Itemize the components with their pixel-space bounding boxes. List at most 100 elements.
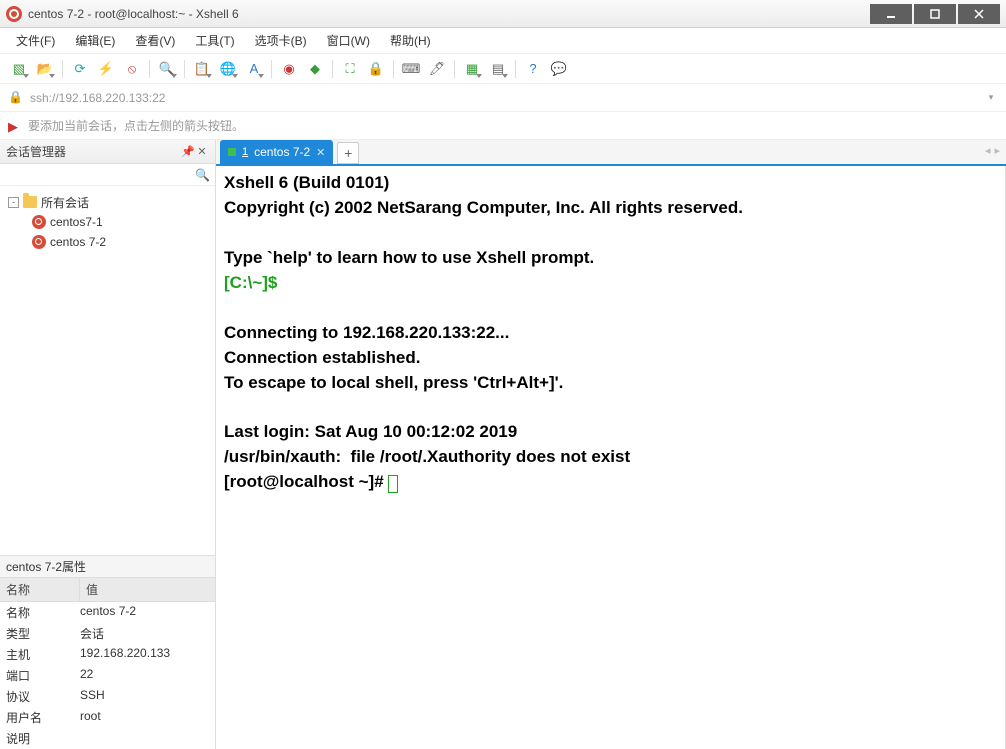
open-session-button[interactable]: 📂 — [34, 58, 56, 80]
col-name: 名称 — [0, 578, 80, 601]
lock-button[interactable]: 🔒 — [365, 58, 387, 80]
xshell-icon[interactable]: ◉ — [278, 58, 300, 80]
term-line: Last login: Sat Aug 10 00:12:02 2019 — [224, 422, 517, 441]
globe-button[interactable]: 🌐 — [217, 58, 239, 80]
tab-prev[interactable]: ◂ — [985, 144, 991, 157]
term-line: /usr/bin/xauth: file /root/.Xauthority d… — [224, 447, 630, 466]
new-session-button[interactable]: ▧ — [8, 58, 30, 80]
session-label: centos 7-2 — [50, 235, 106, 249]
status-dot-icon — [228, 148, 236, 156]
session-tree: - 所有会话 centos7-1 centos 7-2 — [0, 186, 215, 555]
app-icon — [6, 6, 22, 22]
window-title: centos 7-2 - root@localhost:~ - Xshell 6 — [28, 7, 870, 21]
menu-file[interactable]: 文件(F) — [8, 30, 63, 51]
layout-button[interactable]: ▤ — [487, 58, 509, 80]
session-label: centos7-1 — [50, 215, 103, 229]
separator — [454, 60, 455, 78]
hint-text: 要添加当前会话，点击左侧的箭头按钮。 — [28, 117, 244, 134]
highlight-button[interactable]: 🖊 — [426, 58, 448, 80]
disconnect-button[interactable]: ⚡ — [95, 58, 117, 80]
feedback-button[interactable]: 💬 — [548, 58, 570, 80]
menu-edit[interactable]: 编辑(E) — [67, 30, 123, 51]
session-item-centos7-1[interactable]: centos7-1 — [4, 212, 211, 232]
xftp-icon[interactable]: ◆ — [304, 58, 326, 80]
session-manager-title: 会话管理器 — [6, 143, 66, 160]
term-line: Connection established. — [224, 348, 420, 367]
tab-label: centos 7-2 — [254, 145, 310, 159]
address-bar: 🔒 ssh://192.168.220.133:22 ▾ — [0, 84, 1006, 112]
tab-close-icon[interactable]: ✕ — [316, 146, 325, 159]
menubar: 文件(F) 编辑(E) 查看(V) 工具(T) 选项卡(B) 窗口(W) 帮助(… — [0, 28, 1006, 54]
separator — [62, 60, 63, 78]
script-button[interactable]: ▦ — [461, 58, 483, 80]
term-prompt: [C:\~]$ — [224, 273, 277, 292]
session-icon — [32, 215, 46, 229]
term-prompt: [root@localhost ~]# — [224, 472, 388, 491]
lock-icon: 🔒 — [8, 90, 24, 106]
tab-next[interactable]: ▸ — [994, 144, 1000, 157]
right-pane: 1 centos 7-2 ✕ + ◂ ▸ Xshell 6 (Build 010… — [216, 140, 1006, 749]
flag-icon: ▶ — [8, 119, 22, 133]
separator — [515, 60, 516, 78]
stop-button[interactable]: ⦸ — [121, 58, 143, 80]
find-button[interactable]: 🔍 — [156, 58, 178, 80]
session-icon — [32, 235, 46, 249]
minimize-button[interactable] — [870, 4, 912, 24]
term-line: Type `help' to learn how to use Xshell p… — [224, 248, 594, 267]
keyboard-button[interactable]: ⌨ — [400, 58, 422, 80]
copy-button[interactable]: 📋 — [191, 58, 213, 80]
menu-window[interactable]: 窗口(W) — [319, 30, 378, 51]
cursor-icon — [388, 475, 398, 493]
tab-strip: 1 centos 7-2 ✕ + ◂ ▸ — [216, 140, 1006, 166]
menu-tools[interactable]: 工具(T) — [187, 30, 242, 51]
maximize-button[interactable] — [914, 4, 956, 24]
term-line: To escape to local shell, press 'Ctrl+Al… — [224, 373, 563, 392]
menu-tab[interactable]: 选项卡(B) — [247, 30, 315, 51]
prop-row: 类型会话 — [0, 623, 215, 644]
panel-close-button[interactable]: ✕ — [195, 145, 209, 159]
pin-button[interactable]: 📌 — [181, 145, 195, 159]
address-dropdown[interactable]: ▾ — [984, 92, 998, 103]
toolbar: ▧ 📂 ⟳ ⚡ ⦸ 🔍 📋 🌐 A ◉ ◆ ⛶ 🔒 ⌨ 🖊 ▦ ▤ ? 💬 — [0, 54, 1006, 84]
properties-header: 名称 值 — [0, 578, 215, 602]
prop-row: 主机192.168.220.133 — [0, 644, 215, 665]
sidebar: 会话管理器 📌 ✕ 🔍 - 所有会话 centos7-1 centos 7-2 — [0, 140, 216, 749]
prop-row: 名称centos 7-2 — [0, 602, 215, 623]
tree-root[interactable]: - 所有会话 — [4, 192, 211, 212]
separator — [332, 60, 333, 78]
properties-panel: centos 7-2属性 名称 值 名称centos 7-2 类型会话 主机19… — [0, 555, 215, 749]
window-controls — [870, 4, 1000, 24]
tree-search: 🔍 — [0, 164, 215, 186]
close-button[interactable] — [958, 4, 1000, 24]
address-text[interactable]: ssh://192.168.220.133:22 — [30, 91, 984, 105]
terminal[interactable]: Xshell 6 (Build 0101) Copyright (c) 2002… — [216, 166, 1006, 749]
term-line: Copyright (c) 2002 NetSarang Computer, I… — [224, 198, 743, 217]
reconnect-button[interactable]: ⟳ — [69, 58, 91, 80]
separator — [271, 60, 272, 78]
font-button[interactable]: A — [243, 58, 265, 80]
prop-row: 协议SSH — [0, 686, 215, 707]
prop-row: 说明 — [0, 728, 215, 749]
menu-help[interactable]: 帮助(H) — [382, 30, 439, 51]
menu-view[interactable]: 查看(V) — [127, 30, 183, 51]
separator — [393, 60, 394, 78]
titlebar: centos 7-2 - root@localhost:~ - Xshell 6 — [0, 0, 1006, 28]
main-split: 会话管理器 📌 ✕ 🔍 - 所有会话 centos7-1 centos 7-2 — [0, 140, 1006, 749]
folder-icon — [23, 196, 37, 208]
help-button[interactable]: ? — [522, 58, 544, 80]
tab-number: 1 — [242, 146, 248, 158]
collapse-icon[interactable]: - — [8, 197, 19, 208]
separator — [149, 60, 150, 78]
search-icon[interactable]: 🔍 — [195, 168, 209, 182]
session-item-centos7-2[interactable]: centos 7-2 — [4, 232, 211, 252]
col-value: 值 — [80, 578, 104, 601]
session-manager-header: 会话管理器 📌 ✕ — [0, 140, 215, 164]
prop-row: 用户名root — [0, 707, 215, 728]
tab-centos7-2[interactable]: 1 centos 7-2 ✕ — [220, 140, 333, 164]
term-line: Xshell 6 (Build 0101) — [224, 173, 389, 192]
fullscreen-button[interactable]: ⛶ — [339, 58, 361, 80]
hint-bar: ▶ 要添加当前会话，点击左侧的箭头按钮。 — [0, 112, 1006, 140]
root-label: 所有会话 — [41, 194, 89, 211]
term-line: Connecting to 192.168.220.133:22... — [224, 323, 509, 342]
new-tab-button[interactable]: + — [337, 142, 359, 164]
